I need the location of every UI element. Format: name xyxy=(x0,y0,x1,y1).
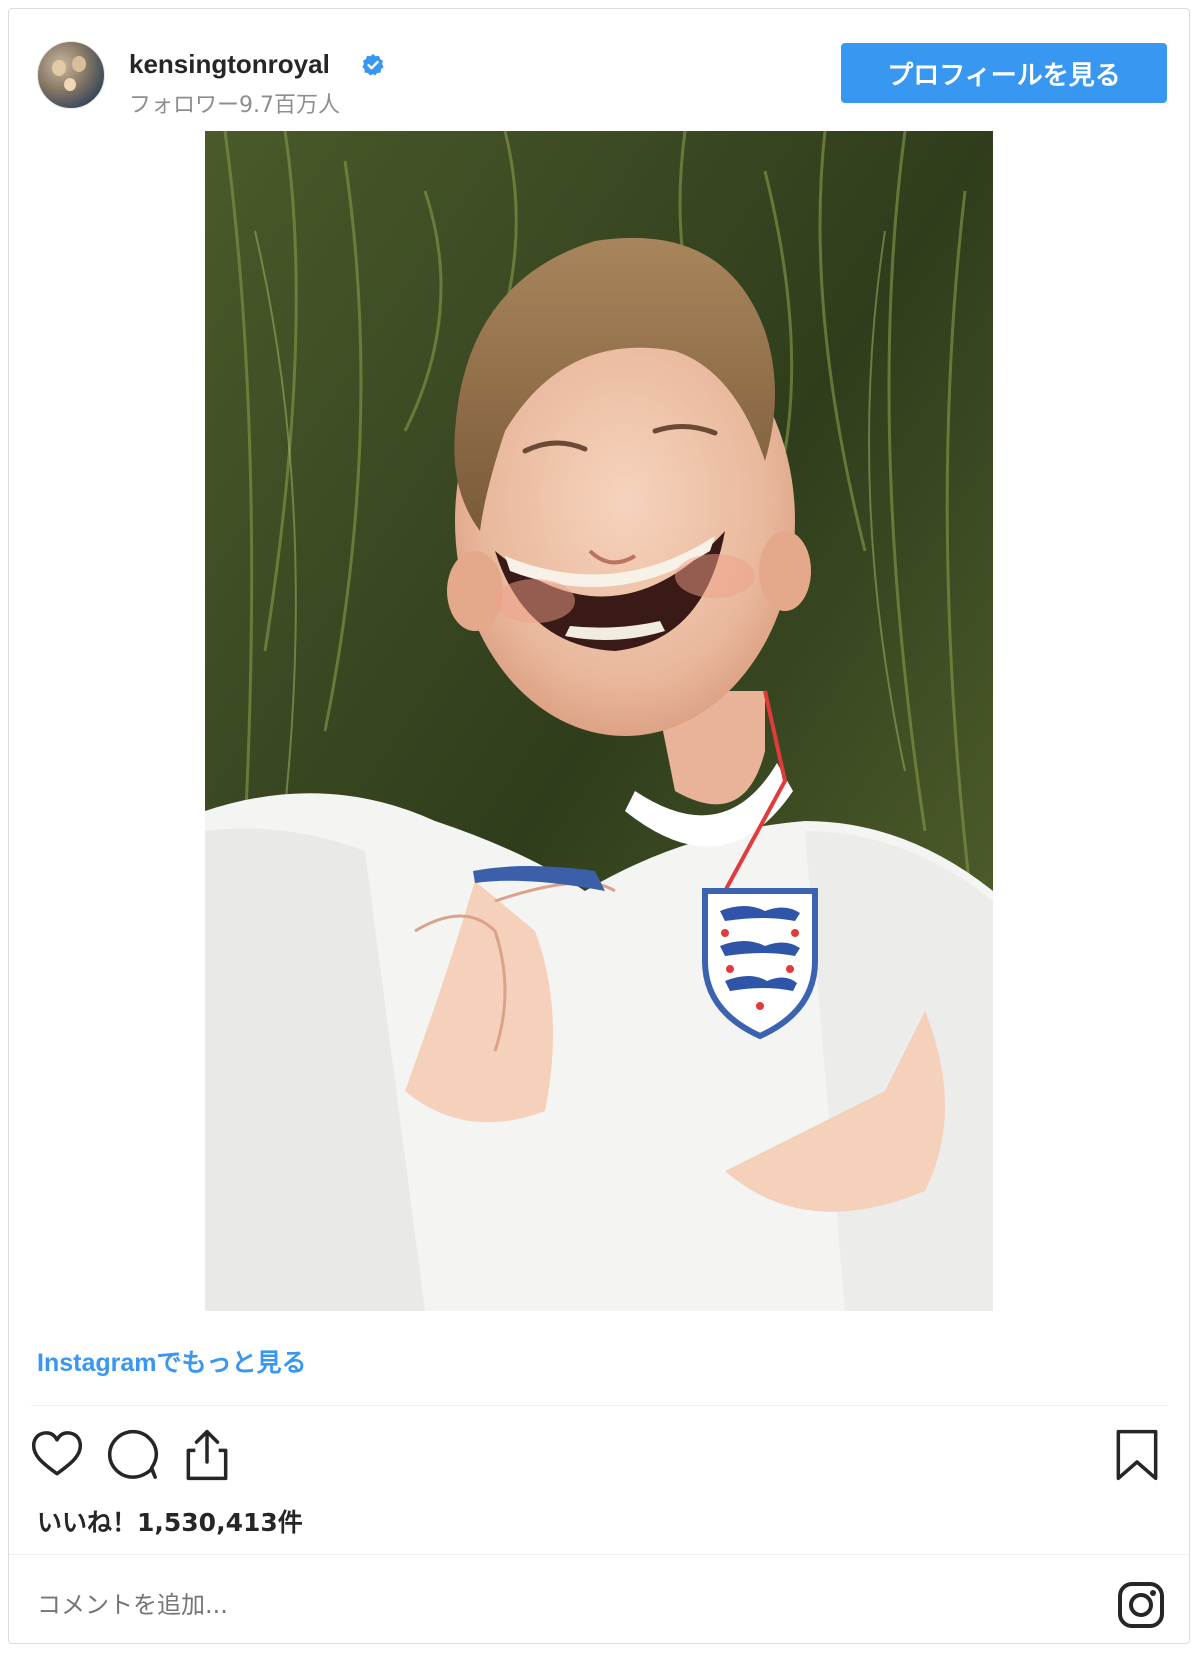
post-header: kensingtonroyal フォロワー9.7百万人 プロフィールを見る xyxy=(9,9,1189,129)
view-profile-button[interactable]: プロフィールを見る xyxy=(841,43,1167,103)
post-photo[interactable] xyxy=(205,131,993,1311)
comment-input[interactable] xyxy=(37,1585,1037,1625)
divider xyxy=(9,1554,1189,1555)
action-bar xyxy=(9,1419,1189,1489)
heart-icon[interactable] xyxy=(29,1427,85,1483)
view-more-on-instagram-link[interactable]: Instagramでもっと見る xyxy=(37,1343,306,1379)
divider xyxy=(31,1405,1167,1406)
comment-icon[interactable] xyxy=(105,1427,161,1483)
instagram-embed-card: kensingtonroyal フォロワー9.7百万人 プロフィールを見る In… xyxy=(8,8,1190,1644)
username-link[interactable]: kensingtonroyal xyxy=(129,49,330,80)
share-icon[interactable] xyxy=(179,1427,235,1483)
follower-count: フォロワー9.7百万人 xyxy=(129,93,340,118)
instagram-logo-icon[interactable] xyxy=(1117,1581,1165,1629)
verified-badge-icon xyxy=(362,54,384,76)
bookmark-icon[interactable] xyxy=(1109,1427,1165,1483)
profile-avatar[interactable] xyxy=(37,41,105,109)
post-photo-image xyxy=(205,131,993,1311)
like-count: いいね！1,530,413件 xyxy=(37,1508,303,1537)
